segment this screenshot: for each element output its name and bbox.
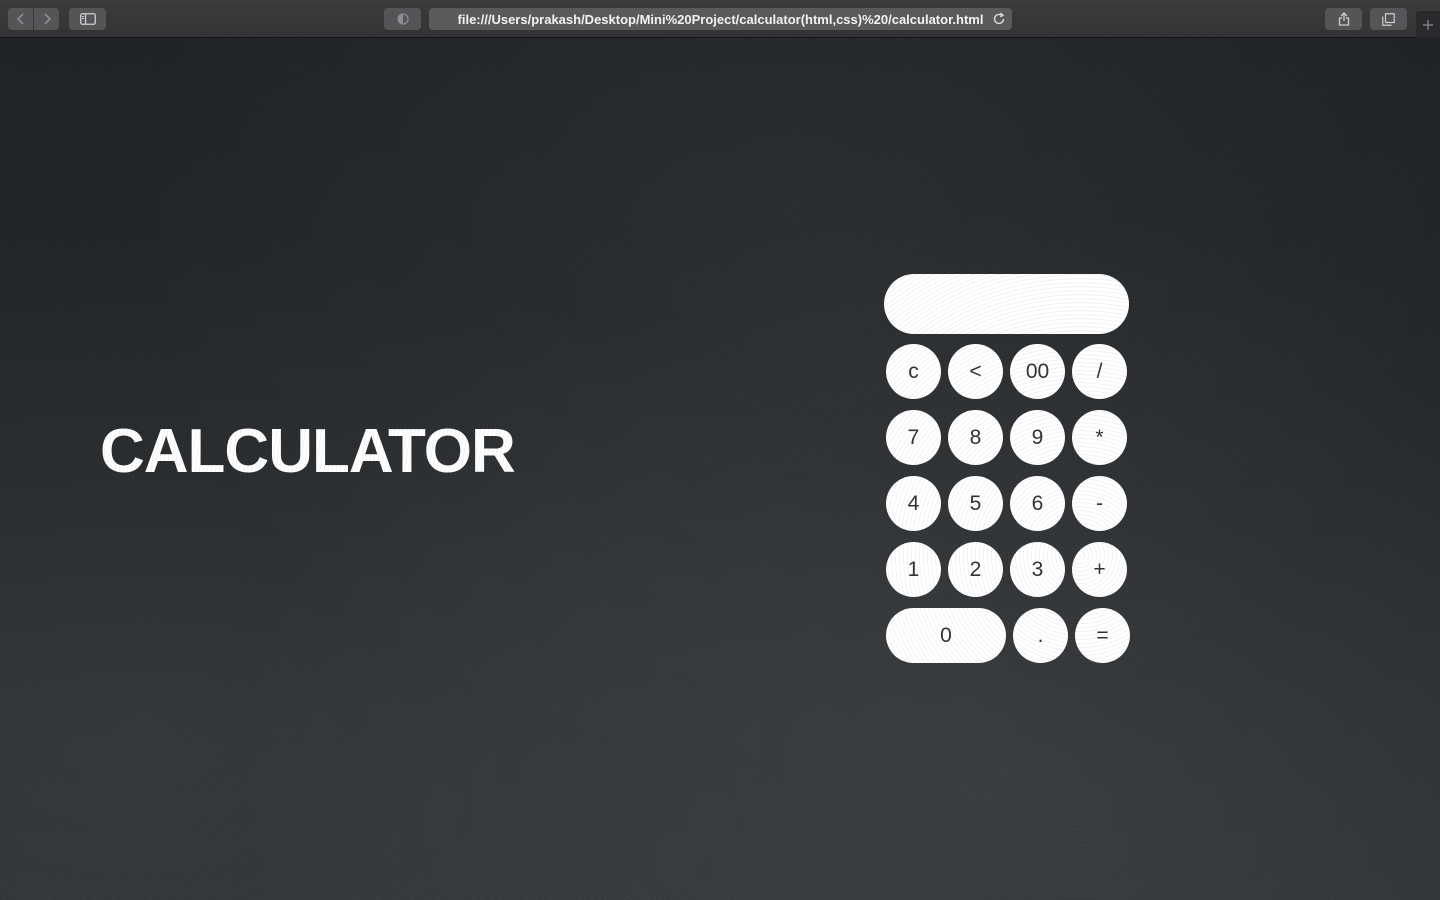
reload-icon[interactable] xyxy=(992,12,1006,26)
page-title: CALCULATOR xyxy=(100,417,516,486)
key-3[interactable]: 3 xyxy=(1010,542,1065,597)
reader-icon xyxy=(396,13,409,25)
sidebar-icon xyxy=(79,13,96,25)
key-8[interactable]: 8 xyxy=(948,410,1003,465)
key-9[interactable]: 9 xyxy=(1010,410,1065,465)
key-4[interactable]: 4 xyxy=(886,476,941,531)
key-divide[interactable]: / xyxy=(1072,344,1127,399)
key-multiply[interactable]: * xyxy=(1072,410,1127,465)
key-equals[interactable]: = xyxy=(1075,608,1130,663)
page-content: CALCULATOR c < 00 / 7 8 9 * 4 5 6 - 1 2 … xyxy=(0,38,1440,900)
key-backspace[interactable]: < xyxy=(948,344,1003,399)
back-button[interactable] xyxy=(8,8,33,30)
key-5[interactable]: 5 xyxy=(948,476,1003,531)
sidebar-button[interactable] xyxy=(69,8,106,30)
url-text: file:///Users/prakash/Desktop/Mini%20Pro… xyxy=(457,11,984,27)
key-6[interactable]: 6 xyxy=(1010,476,1065,531)
forward-icon xyxy=(43,13,51,25)
key-1[interactable]: 1 xyxy=(886,542,941,597)
tabs-icon xyxy=(1382,12,1395,26)
key-minus[interactable]: - xyxy=(1072,476,1127,531)
browser-toolbar: file:///Users/prakash/Desktop/Mini%20Pro… xyxy=(0,0,1440,38)
forward-button[interactable] xyxy=(34,8,59,30)
tab-overview-button[interactable] xyxy=(1370,8,1407,30)
reader-button[interactable] xyxy=(384,8,421,30)
key-0[interactable]: 0 xyxy=(886,608,1006,663)
share-button[interactable] xyxy=(1325,8,1362,30)
address-bar[interactable]: file:///Users/prakash/Desktop/Mini%20Pro… xyxy=(429,8,1012,30)
key-decimal[interactable]: . xyxy=(1013,608,1068,663)
share-icon xyxy=(1338,12,1349,26)
new-tab-button[interactable] xyxy=(1416,11,1440,38)
key-2[interactable]: 2 xyxy=(948,542,1003,597)
calculator-display[interactable] xyxy=(884,274,1129,334)
key-clear[interactable]: c xyxy=(886,344,941,399)
key-double-zero[interactable]: 00 xyxy=(1010,344,1065,399)
key-7[interactable]: 7 xyxy=(886,410,941,465)
back-icon xyxy=(16,13,24,25)
new-tab-icon xyxy=(1423,19,1433,30)
key-plus[interactable]: + xyxy=(1072,542,1127,597)
